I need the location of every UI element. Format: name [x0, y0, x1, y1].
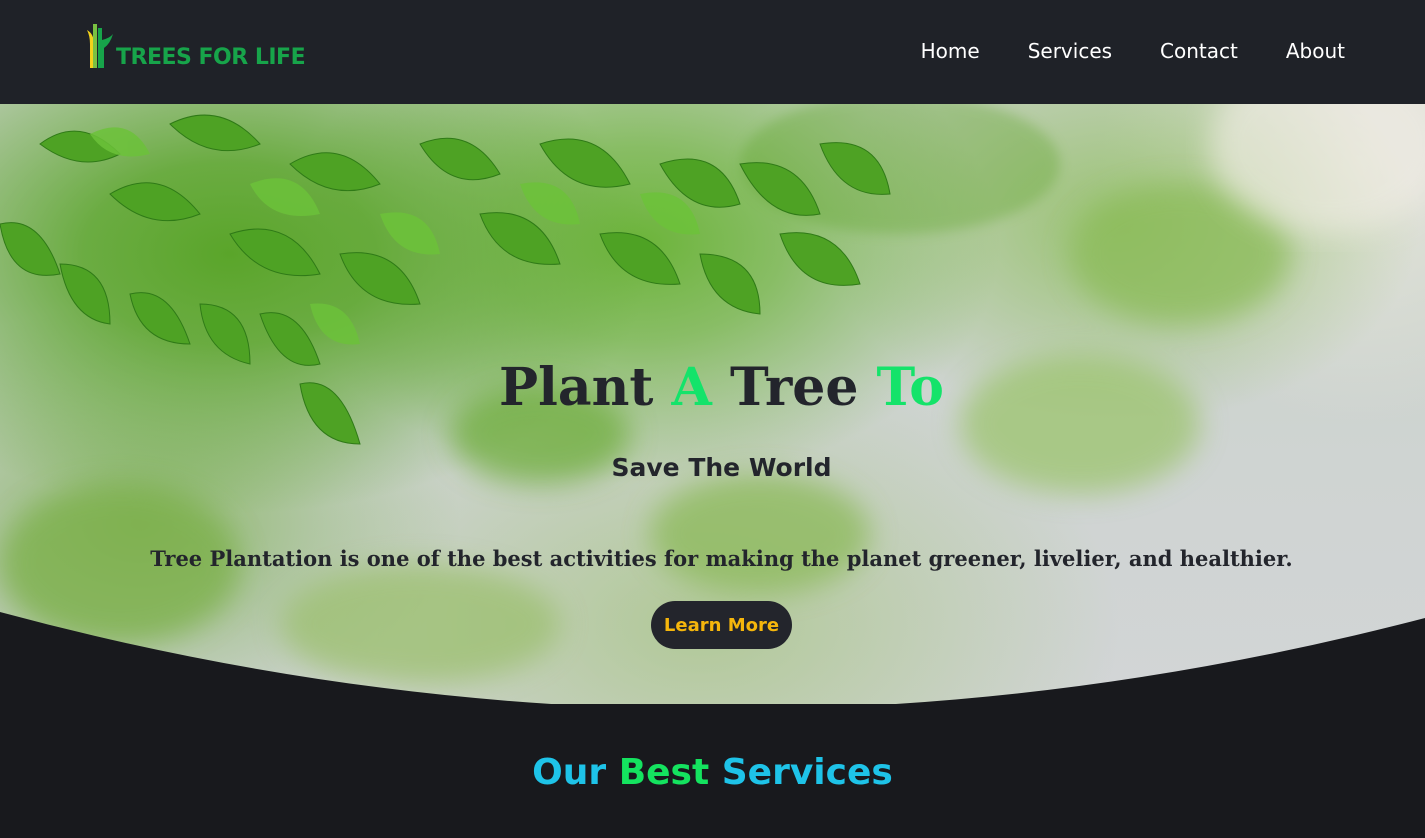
- hero-title-accent-2: To: [876, 357, 944, 418]
- tree-stalks-icon: [87, 24, 113, 68]
- hero-title-word-1: Plant: [499, 357, 672, 418]
- services-title-word-2: Services: [709, 752, 893, 793]
- nav-item-contact[interactable]: Contact: [1160, 36, 1238, 66]
- brand-name: TREES FOR LIFE: [116, 45, 306, 70]
- services-title-accent: Best: [618, 752, 710, 793]
- hero-title-accent-1: A: [671, 357, 712, 418]
- main-nav: Home Services Contact About: [873, 36, 1345, 66]
- hero-title: Plant A Tree To: [0, 358, 1425, 418]
- hero-subtitle: Save The World: [611, 453, 832, 482]
- hero-title-word-2: Tree: [711, 357, 877, 418]
- services-title: Our Best Services: [0, 750, 1425, 796]
- hero-description: Tree Plantation is one of the best activ…: [150, 546, 1293, 571]
- brand-logo[interactable]: TREES FOR LIFE: [84, 20, 306, 70]
- nav-item-home[interactable]: Home: [921, 36, 980, 66]
- navbar: TREES FOR LIFE Home Services Contact Abo…: [0, 0, 1425, 104]
- nav-item-about[interactable]: About: [1286, 36, 1345, 66]
- services-title-word-1: Our: [532, 752, 619, 793]
- page: TREES FOR LIFE Home Services Contact Abo…: [0, 0, 1425, 838]
- nav-item-services[interactable]: Services: [1028, 36, 1112, 66]
- learn-more-button[interactable]: Learn More: [651, 601, 792, 649]
